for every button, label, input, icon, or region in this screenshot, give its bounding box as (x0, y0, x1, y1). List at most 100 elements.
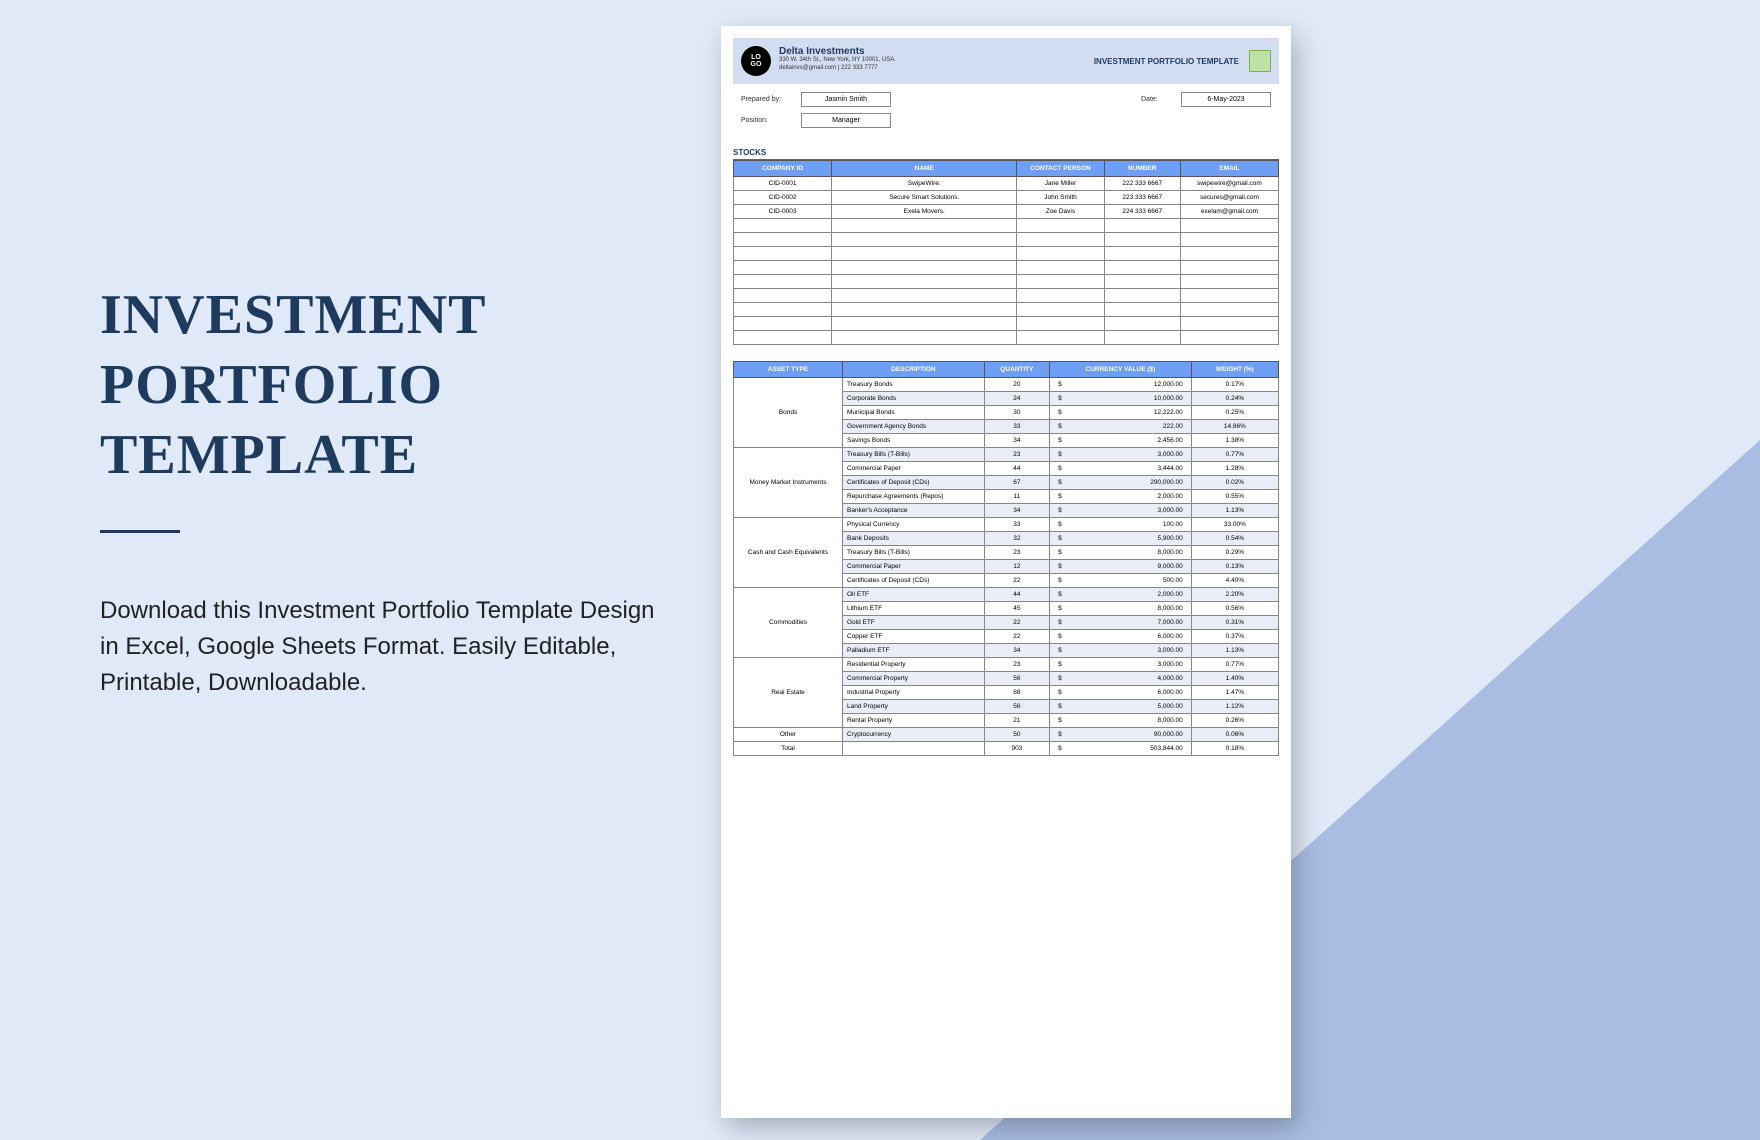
asset-weight-cell: 1.38% (1191, 434, 1278, 448)
stocks-cell-empty (734, 261, 832, 275)
stocks-cell-empty (832, 317, 1017, 331)
date-value: 6-May-2023 (1181, 92, 1271, 107)
asset-qty-cell: 56 (984, 700, 1049, 714)
stocks-table: COMPANY IDNAMECONTACT PERSONNUMBEREMAIL … (733, 160, 1279, 345)
asset-weight-cell: 1.13% (1191, 504, 1278, 518)
asset-desc-cell: Cryptocurrency (843, 728, 985, 742)
stocks-cell-empty (734, 247, 832, 261)
asset-value-cell: $8,000.00 (1050, 602, 1192, 616)
asset-qty-cell: 33 (984, 518, 1049, 532)
asset-desc-cell: Commercial Property (843, 672, 985, 686)
asset-qty-cell: 45 (984, 602, 1049, 616)
stocks-cell-empty (1180, 289, 1278, 303)
asset-value-cell: $9,000.00 (1050, 560, 1192, 574)
asset-value-cell: $10,000.00 (1050, 392, 1192, 406)
asset-desc-cell: Repurchase Agreements (Repos) (843, 490, 985, 504)
asset-weight-cell: 0.54% (1191, 532, 1278, 546)
stocks-cell-empty (1180, 331, 1278, 345)
asset-desc-cell: Corporate Bonds (843, 392, 985, 406)
asset-weight-cell: 0.56% (1191, 602, 1278, 616)
stocks-cell-empty (734, 233, 832, 247)
stocks-cell-empty (1180, 261, 1278, 275)
stocks-cell-empty (1017, 331, 1104, 345)
stocks-cell-empty (1017, 261, 1104, 275)
asset-desc-cell: Palladium ETF (843, 644, 985, 658)
asset-weight-cell: 33.00% (1191, 518, 1278, 532)
stocks-cell-empty (1180, 247, 1278, 261)
stocks-cell-empty (1180, 219, 1278, 233)
stocks-cell-empty (1104, 219, 1180, 233)
stocks-cell-empty (1180, 275, 1278, 289)
stocks-cell-empty (734, 331, 832, 345)
stocks-cell-empty (832, 331, 1017, 345)
asset-desc-cell: Industrial Property (843, 686, 985, 700)
position-label: Position: (741, 117, 801, 124)
asset-qty-cell: 44 (984, 588, 1049, 602)
asset-value-cell: $2,456.00 (1050, 434, 1192, 448)
logo-icon: LO GO (741, 46, 771, 76)
total-empty-cell (843, 742, 985, 756)
asset-weight-cell: 14.86% (1191, 420, 1278, 434)
asset-qty-cell: 30 (984, 406, 1049, 420)
stocks-cell-empty (734, 219, 832, 233)
stocks-cell-empty (1017, 317, 1104, 331)
asset-desc-cell: Banker's Acceptance (843, 504, 985, 518)
asset-weight-cell: 0.31% (1191, 616, 1278, 630)
stocks-cell: SwipeWire. (832, 177, 1017, 191)
asset-value-cell: $3,000.00 (1050, 644, 1192, 658)
asset-weight-cell: 0.55% (1191, 490, 1278, 504)
stocks-cell-empty (1180, 303, 1278, 317)
asset-weight-cell: 1.13% (1191, 644, 1278, 658)
asset-desc-cell: Oil ETF (843, 588, 985, 602)
meta-block: Prepared by: Jasmin Smith Position: Mana… (733, 84, 1279, 144)
assets-header-cell: CURRENCY VALUE ($) (1050, 362, 1192, 378)
asset-weight-cell: 0.02% (1191, 476, 1278, 490)
stocks-cell-empty (734, 289, 832, 303)
asset-weight-cell: 0.77% (1191, 448, 1278, 462)
doc-title: INVESTMENT PORTFOLIO TEMPLATE (1094, 57, 1239, 66)
stocks-cell: 222 333 6667 (1104, 177, 1180, 191)
stocks-cell: CID-0003 (734, 205, 832, 219)
asset-desc-cell: Municipal Bonds (843, 406, 985, 420)
asset-qty-cell: 12 (984, 560, 1049, 574)
stocks-cell-empty (1104, 247, 1180, 261)
asset-desc-cell: Treasury Bonds (843, 378, 985, 392)
asset-qty-cell: 88 (984, 686, 1049, 700)
asset-type-cell: Money Market Instruments (734, 448, 843, 518)
assets-header-cell: WEIGHT (%) (1191, 362, 1278, 378)
asset-desc-cell: Bank Deposits (843, 532, 985, 546)
asset-weight-cell: 1.40% (1191, 672, 1278, 686)
company-address: 330 W. 34th St., New York, NY 10001, USA… (779, 57, 1094, 65)
stocks-cell-empty (1104, 233, 1180, 247)
stocks-cell-empty (1017, 289, 1104, 303)
page-title: INVESTMENT PORTFOLIO TEMPLATE (100, 280, 660, 490)
stocks-cell-empty (1104, 289, 1180, 303)
stocks-cell: CID-0002 (734, 191, 832, 205)
stocks-cell-empty (734, 275, 832, 289)
asset-weight-cell: 0.29% (1191, 546, 1278, 560)
stocks-header-cell: EMAIL (1180, 161, 1278, 177)
asset-qty-cell: 22 (984, 630, 1049, 644)
assets-table: ASSET TYPEDESCRIPTIONQUANTITYCURRENCY VA… (733, 361, 1279, 756)
asset-desc-cell: Treasury Bills (T-Bills) (843, 546, 985, 560)
asset-desc-cell: Lithium ETF (843, 602, 985, 616)
asset-weight-cell: 0.77% (1191, 658, 1278, 672)
stocks-header-cell: NAME (832, 161, 1017, 177)
asset-qty-cell: 22 (984, 616, 1049, 630)
asset-qty-cell: 56 (984, 672, 1049, 686)
asset-desc-cell: Physical Currency (843, 518, 985, 532)
company-name: Delta Investments (779, 46, 1094, 57)
asset-qty-cell: 23 (984, 448, 1049, 462)
asset-desc-cell: Certificates of Deposit (CDs) (843, 574, 985, 588)
prepared-by-value: Jasmin Smith (801, 92, 891, 107)
asset-qty-cell: 22 (984, 574, 1049, 588)
stocks-cell-empty (832, 289, 1017, 303)
asset-value-cell: $6,000.00 (1050, 630, 1192, 644)
stocks-cell-empty (1180, 317, 1278, 331)
asset-qty-cell: 24 (984, 392, 1049, 406)
stocks-cell-empty (832, 261, 1017, 275)
asset-value-cell: $12,222.00 (1050, 406, 1192, 420)
asset-weight-cell: 2.20% (1191, 588, 1278, 602)
stocks-header-cell: COMPANY ID (734, 161, 832, 177)
title-underline (100, 530, 180, 533)
